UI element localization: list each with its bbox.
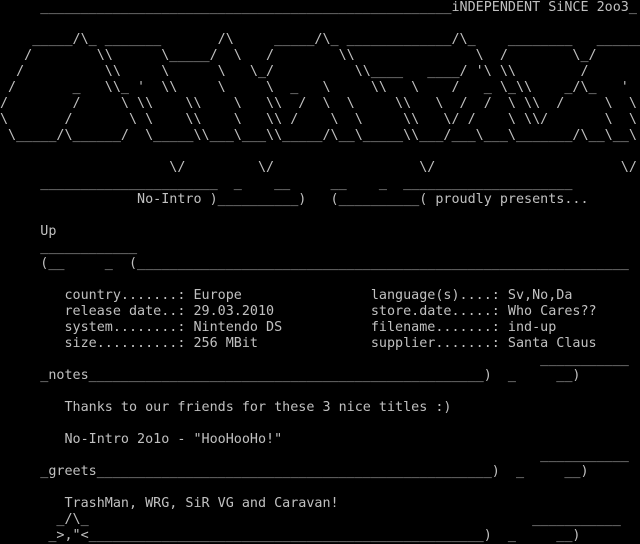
text-line: _>,"<___________________________________… — [0, 528, 581, 543]
text-line: TrashMan, WRG, SiR VG and Caravan! — [0, 496, 339, 511]
text-line: \_____/\______/ \_____\\___\___\\_____/\… — [0, 128, 637, 143]
text-line: size..........: 256 MBit supplier.......… — [0, 336, 597, 351]
text-line: _greets_________________________________… — [0, 464, 589, 479]
text-line — [0, 480, 640, 496]
text-line: / _ \\_ ' \\ \ \ _ \ \\ \ / _ \_\\ _/\_ … — [0, 80, 640, 95]
text-line — [0, 16, 640, 32]
text-line: / / \ \\ \\ \ \\ / \ \ \\ \ / / \ \\ / \… — [0, 96, 640, 111]
text-line: / \\ \_____/ \ / \\ \ / \_/ \ — [0, 48, 640, 63]
text-line — [0, 272, 640, 288]
text-line: No-Intro 2o1o - "HooHooHo!" — [0, 432, 283, 447]
text-line: release date..: 29.03.2010 store.date...… — [0, 304, 597, 319]
text-line — [0, 384, 640, 400]
text-line: _____/\_ _______ /\ _____/\_ ___________… — [0, 32, 640, 47]
text-line: country.......: Europe language(s)....: … — [0, 288, 573, 303]
text-line: (__ _ (_________________________________… — [0, 256, 629, 271]
nfo-viewer: ________________________________________… — [0, 0, 640, 544]
text-line: ___________ — [0, 448, 629, 463]
text-line: Up — [0, 224, 57, 239]
text-line: \ / \ \ \\ \ \\ / \ \ \\ \/ / \ \\/ \ \ … — [0, 112, 640, 127]
text-line: No-Intro )__________) (__________( proud… — [0, 192, 589, 207]
text-line: Thanks to our friends for these 3 nice t… — [0, 400, 452, 415]
text-line: \/ \/ \/ \/ — [0, 160, 637, 175]
text-line — [0, 208, 640, 224]
text-line — [0, 144, 640, 160]
text-line: ___________ — [0, 352, 629, 367]
text-line — [0, 416, 640, 432]
text-line: ______________________ _ __ __ _ _______… — [0, 176, 573, 191]
text-line: _notes__________________________________… — [0, 368, 581, 383]
text-line: / \\ \ \ \_/ \\____ ____/ '\ \\ / \ — [0, 64, 640, 79]
text-line: _/\_ ___________ — [0, 512, 621, 527]
text-line: system........: Nintendo DS filename....… — [0, 320, 557, 335]
text-line: ________________________________________… — [0, 0, 637, 15]
text-line: ____________ — [0, 240, 138, 255]
